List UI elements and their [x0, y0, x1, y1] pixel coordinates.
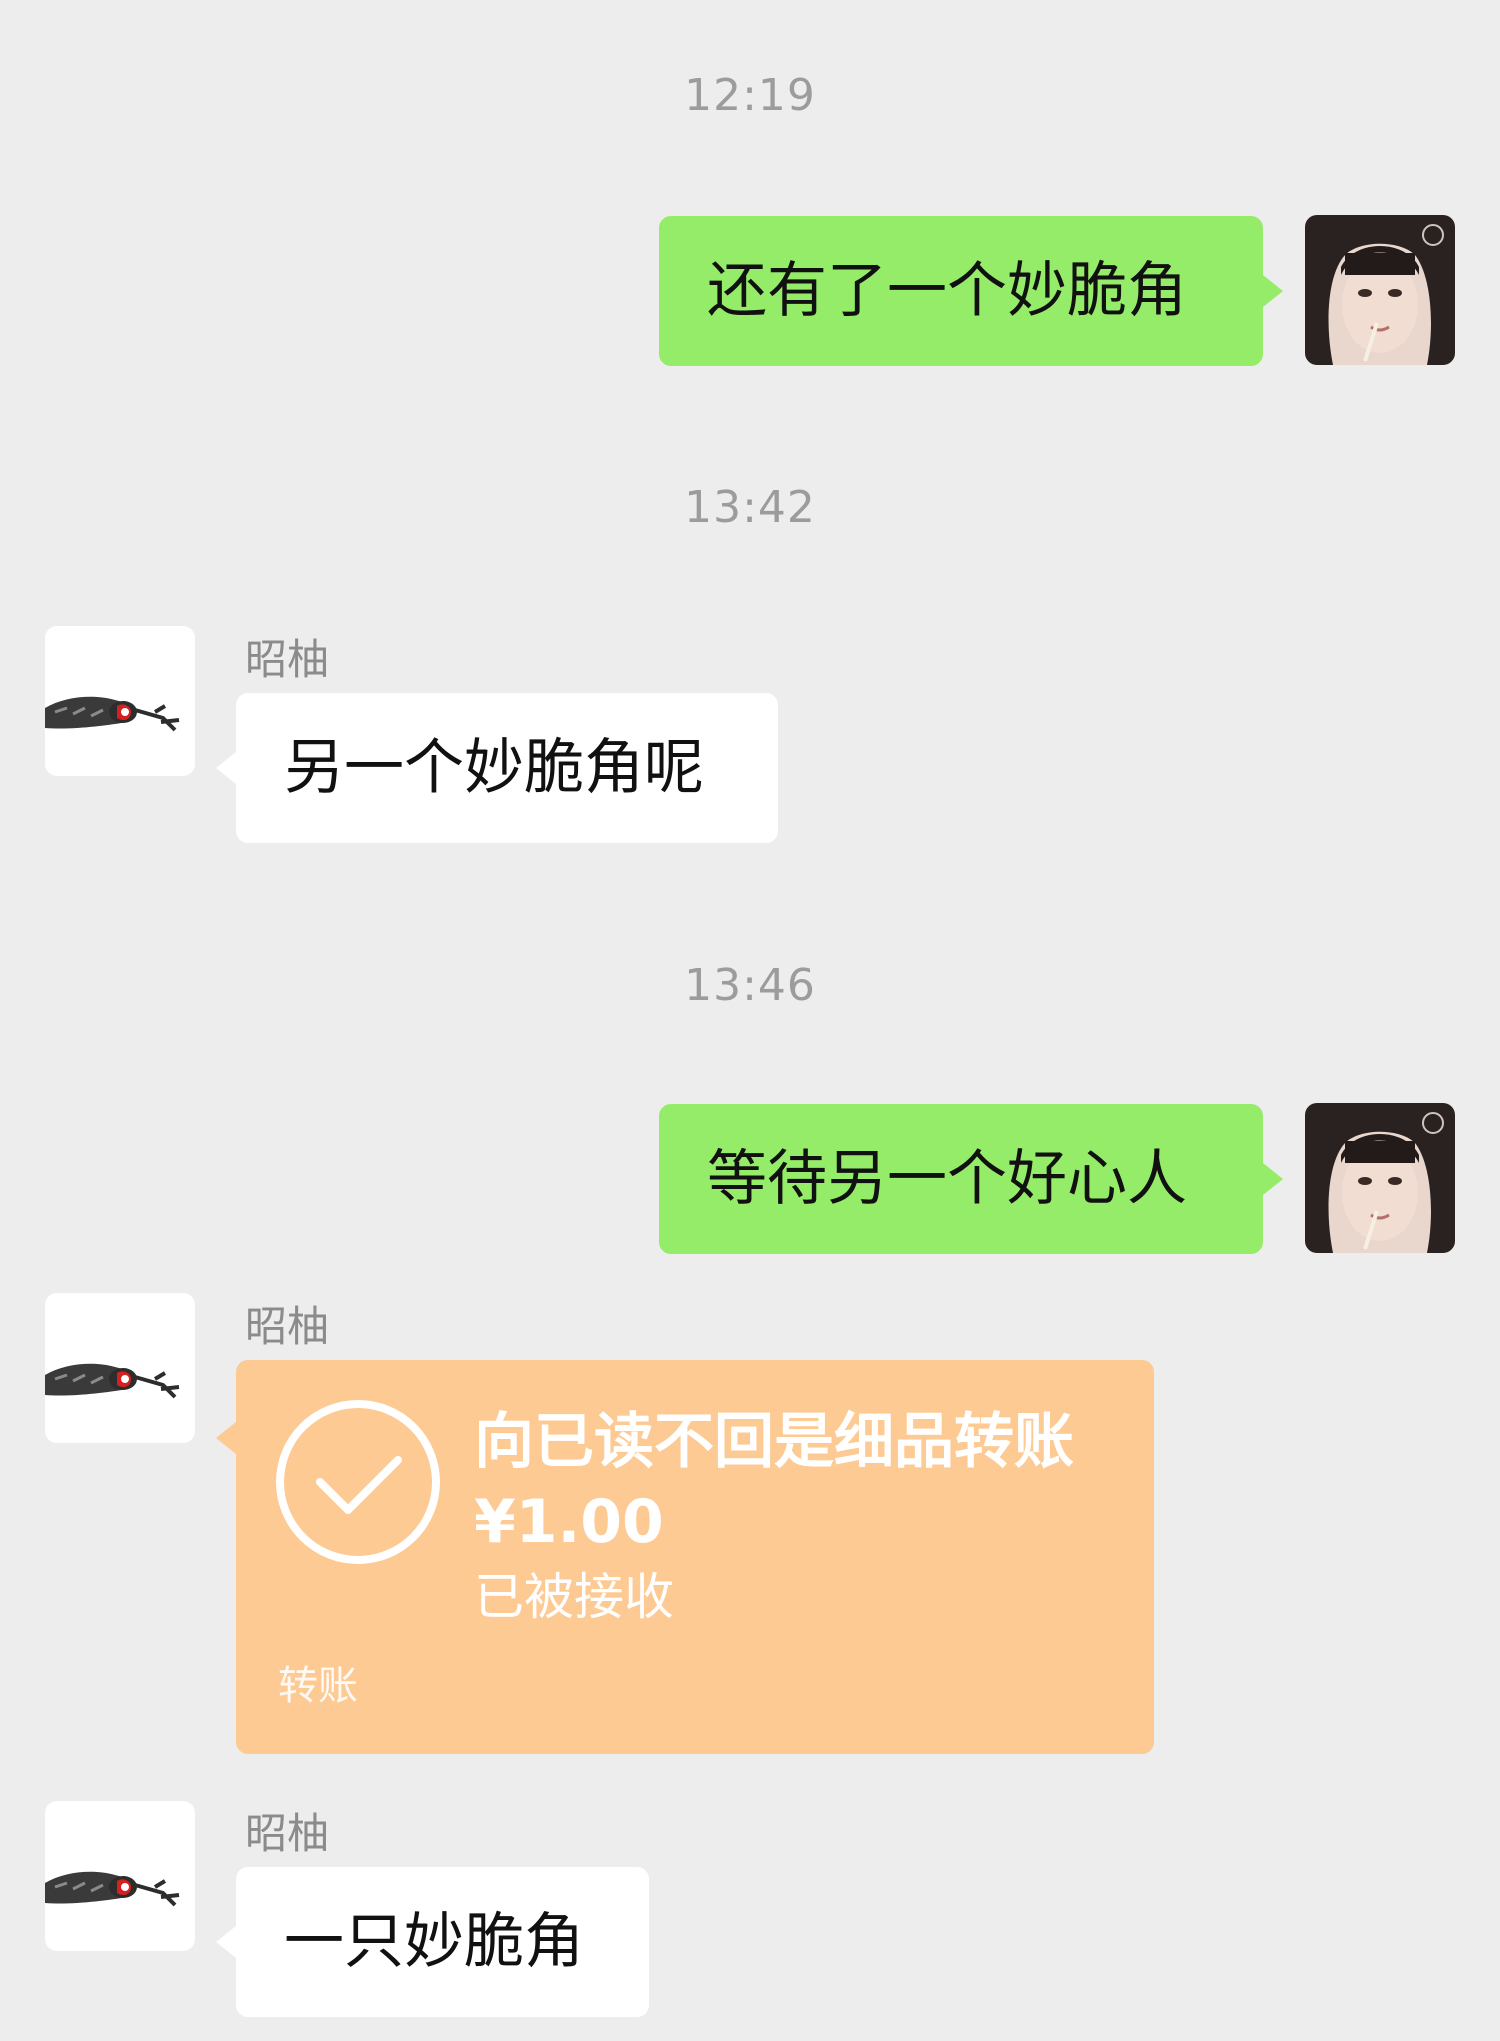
transfer-card[interactable]: 向已读不回是细品转账 ¥1.00 已被接收 转账 — [216, 1360, 1154, 1754]
received-message-bubble[interactable]: 另一个妙脆角呢 — [216, 693, 778, 843]
transfer-title: 向已读不回是细品转账 — [474, 1407, 1074, 1477]
user-avatar-photo-icon — [1305, 215, 1455, 365]
self-avatar[interactable] — [1305, 215, 1455, 365]
contact-avatar-cat-icon — [45, 1293, 195, 1443]
sent-message-bubble[interactable]: 等待另一个好心人 — [659, 1104, 1283, 1254]
sender-name: 昭柚 — [245, 1302, 330, 1351]
sender-name: 昭柚 — [245, 1809, 330, 1858]
timestamp: 12:19 — [684, 70, 816, 121]
sender-name: 昭柚 — [245, 635, 330, 684]
contact-avatar[interactable] — [45, 626, 195, 776]
transfer-amount: ¥1.00 — [474, 1487, 664, 1557]
check-circle-icon — [276, 1400, 440, 1564]
received-message-bubble[interactable]: 一只妙脆角 — [216, 1867, 649, 2017]
chat-history[interactable]: 12:19 还有了一个妙脆角 13:42 昭柚 另一个妙脆角呢 13:46 等待… — [0, 0, 1500, 2041]
timestamp: 13:42 — [684, 482, 816, 533]
user-avatar-photo-icon — [1305, 1103, 1455, 1253]
transfer-type-label: 转账 — [278, 1663, 358, 1709]
self-avatar[interactable] — [1305, 1103, 1455, 1253]
contact-avatar-cat-icon — [45, 626, 195, 776]
transfer-status: 已被接收 — [474, 1568, 674, 1626]
contact-avatar-cat-icon — [45, 1801, 195, 1951]
sent-message-bubble[interactable]: 还有了一个妙脆角 — [659, 216, 1283, 366]
timestamp: 13:46 — [684, 960, 816, 1011]
contact-avatar[interactable] — [45, 1293, 195, 1443]
contact-avatar[interactable] — [45, 1801, 195, 1951]
